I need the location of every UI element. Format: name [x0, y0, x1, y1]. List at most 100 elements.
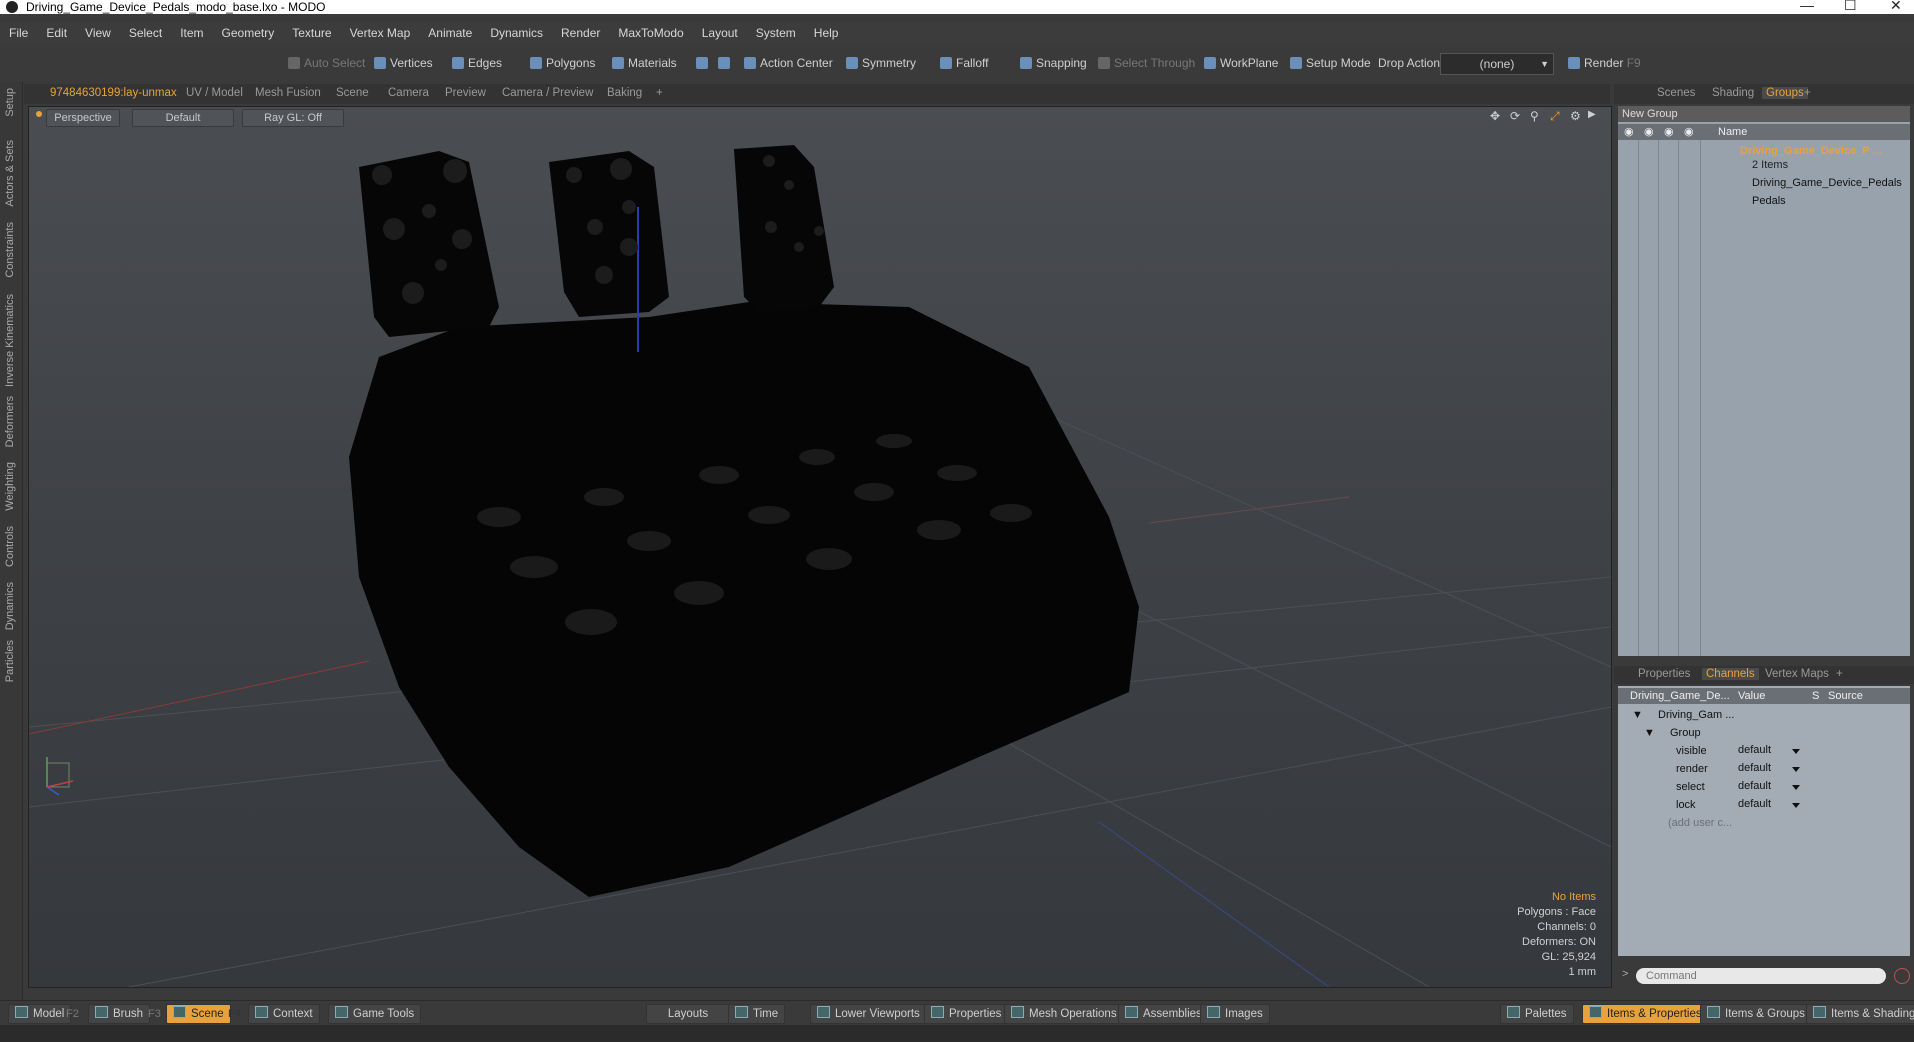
chevron-down-icon[interactable] — [1792, 767, 1800, 772]
3d-viewport[interactable] — [28, 106, 1612, 988]
channels-item[interactable]: Driving_Gam ... — [1658, 708, 1734, 722]
menu-file[interactable]: File — [0, 22, 37, 44]
add-user-channel[interactable]: (add user c... — [1668, 816, 1732, 830]
fit-icon[interactable]: ⤢ — [1550, 109, 1560, 124]
channels-group-expand-icon[interactable]: ▼ — [1644, 726, 1655, 740]
context-button[interactable]: Context — [248, 1004, 320, 1024]
pan-icon[interactable]: ✥ — [1490, 109, 1500, 123]
tab-groups[interactable]: Groups — [1762, 87, 1808, 99]
tab-uv-model[interactable]: UV / Model — [186, 87, 243, 99]
layouts-button[interactable]: Layouts — [646, 1004, 730, 1024]
menu-vertex-map[interactable]: Vertex Map — [341, 22, 420, 44]
properties-button[interactable]: Properties — [924, 1004, 1009, 1024]
tab-weighting[interactable]: Weighting — [4, 462, 16, 511]
add-tab-button[interactable]: + — [656, 87, 663, 99]
group-child-pedals[interactable]: Pedals — [1752, 194, 1786, 208]
items-properties-button[interactable]: Items & Properties — [1582, 1004, 1709, 1024]
workplane-button[interactable]: WorkPlane — [1198, 53, 1284, 73]
chevron-down-icon[interactable] — [1792, 785, 1800, 790]
tab-scenes[interactable]: Scenes — [1657, 87, 1695, 99]
group-child-mesh[interactable]: Driving_Game_Device_Pedals — [1752, 176, 1902, 190]
maximize-icon[interactable]: ☐ — [1844, 0, 1857, 12]
assemblies-button[interactable]: Assemblies — [1118, 1004, 1209, 1024]
menu-render[interactable]: Render — [552, 22, 609, 44]
tab-preview[interactable]: Preview — [445, 87, 486, 99]
drop-action-select[interactable]: (none) ▼ — [1440, 53, 1554, 75]
menu-dynamics[interactable]: Dynamics — [481, 22, 552, 44]
raygl-toggle-button[interactable]: Ray GL: Off — [242, 109, 344, 127]
channel-lock-value[interactable]: default — [1738, 798, 1771, 810]
tab-mesh-fusion[interactable]: Mesh Fusion — [255, 87, 321, 99]
tab-deformers[interactable]: Deformers — [4, 396, 16, 447]
channel-visible-value[interactable]: default — [1738, 744, 1771, 756]
materials-button[interactable]: Materials — [606, 53, 683, 73]
channel-select-value[interactable]: default — [1738, 780, 1771, 792]
items-groups-button[interactable]: Items & Groups — [1700, 1004, 1812, 1024]
tab-properties[interactable]: Properties — [1638, 668, 1690, 680]
new-group-button[interactable]: New Group — [1618, 106, 1910, 122]
mesh-operations-button[interactable]: Mesh Operations — [1004, 1004, 1124, 1024]
channels-group[interactable]: Group — [1670, 726, 1701, 740]
setup-mode-button[interactable]: Setup Mode — [1284, 53, 1377, 73]
tab-baking[interactable]: Baking — [607, 87, 642, 99]
menu-item[interactable]: Item — [171, 22, 212, 44]
gear-icon[interactable]: ⚙ — [1570, 109, 1581, 123]
tab-scene[interactable]: Scene — [336, 87, 369, 99]
tab-vertex-maps[interactable]: Vertex Maps — [1765, 668, 1829, 680]
chevron-down-icon[interactable] — [1792, 749, 1800, 754]
select-through-button[interactable]: Select Through — [1092, 53, 1201, 73]
tab-channels[interactable]: Channels — [1702, 668, 1759, 680]
viewport-menu-icon[interactable]: ▶ — [1588, 109, 1596, 120]
menu-maxtomodo[interactable]: MaxToModo — [609, 22, 692, 44]
add-right-tab-button[interactable]: + — [1804, 87, 1811, 99]
action-center-button[interactable]: Action Center — [738, 53, 839, 73]
menu-geometry[interactable]: Geometry — [213, 22, 284, 44]
channel-render-value[interactable]: default — [1738, 762, 1771, 774]
auto-select-button[interactable]: Auto Select — [282, 53, 371, 73]
images-button[interactable]: Images — [1200, 1004, 1270, 1024]
menu-system[interactable]: System — [747, 22, 805, 44]
snapping-button[interactable]: Snapping — [1014, 53, 1093, 73]
lower-viewports-button[interactable]: Lower Viewports — [810, 1004, 927, 1024]
render-button[interactable]: Render F9 — [1562, 53, 1647, 73]
game-tools-button[interactable]: Game Tools — [328, 1004, 422, 1024]
menu-select[interactable]: Select — [120, 22, 171, 44]
tab-dynamics[interactable]: Dynamics — [4, 582, 16, 630]
symmetry-button[interactable]: Symmetry — [840, 53, 922, 73]
minimize-icon[interactable]: — — [1800, 0, 1814, 12]
tab-camera-preview[interactable]: Camera / Preview — [502, 87, 593, 99]
menu-view[interactable]: View — [76, 22, 120, 44]
rotate-icon[interactable]: ⟳ — [1510, 109, 1520, 123]
view-mode-button[interactable]: Perspective — [46, 109, 120, 127]
tab-lay-unmax[interactable]: 97484630199:lay-unmax — [50, 87, 177, 99]
polygons-button[interactable]: Polygons — [524, 53, 601, 73]
brush-button[interactable]: Brush — [88, 1004, 151, 1024]
zoom-icon[interactable]: ⚲ — [1530, 109, 1539, 123]
record-icon[interactable] — [1894, 968, 1910, 984]
tab-actors-sets[interactable]: Actors & Sets — [4, 140, 16, 207]
menu-edit[interactable]: Edit — [37, 22, 76, 44]
items-shading-button[interactable]: Items & Shading — [1806, 1004, 1914, 1024]
palettes-button[interactable]: Palettes — [1500, 1004, 1574, 1024]
menu-animate[interactable]: Animate — [419, 22, 481, 44]
channels-expand-icon[interactable]: ▼ — [1632, 708, 1643, 722]
group-root-item[interactable]: Driving_Game_Device_P ... — [1740, 144, 1882, 158]
menu-help[interactable]: Help — [805, 22, 848, 44]
shading-mode-button[interactable]: Default — [132, 109, 234, 127]
add-channel-tab-button[interactable]: + — [1836, 668, 1843, 680]
tab-particles[interactable]: Particles — [4, 640, 16, 682]
edges-button[interactable]: Edges — [446, 53, 508, 73]
scene-button[interactable]: Scene — [166, 1004, 231, 1024]
falloff-button[interactable]: Falloff — [934, 53, 994, 73]
command-input[interactable]: Command — [1636, 968, 1886, 984]
tab-shading[interactable]: Shading — [1712, 87, 1754, 99]
close-icon[interactable]: ✕ — [1890, 0, 1902, 12]
tab-controls[interactable]: Controls — [4, 526, 16, 567]
menu-layout[interactable]: Layout — [693, 22, 747, 44]
tab-constraints[interactable]: Constraints — [4, 222, 16, 278]
tab-camera[interactable]: Camera — [388, 87, 429, 99]
vertices-button[interactable]: Vertices — [368, 53, 439, 73]
model-button[interactable]: Model — [8, 1004, 72, 1024]
tab-setup[interactable]: Setup — [4, 88, 16, 117]
tab-inverse-kinematics[interactable]: Inverse Kinematics — [4, 294, 16, 387]
